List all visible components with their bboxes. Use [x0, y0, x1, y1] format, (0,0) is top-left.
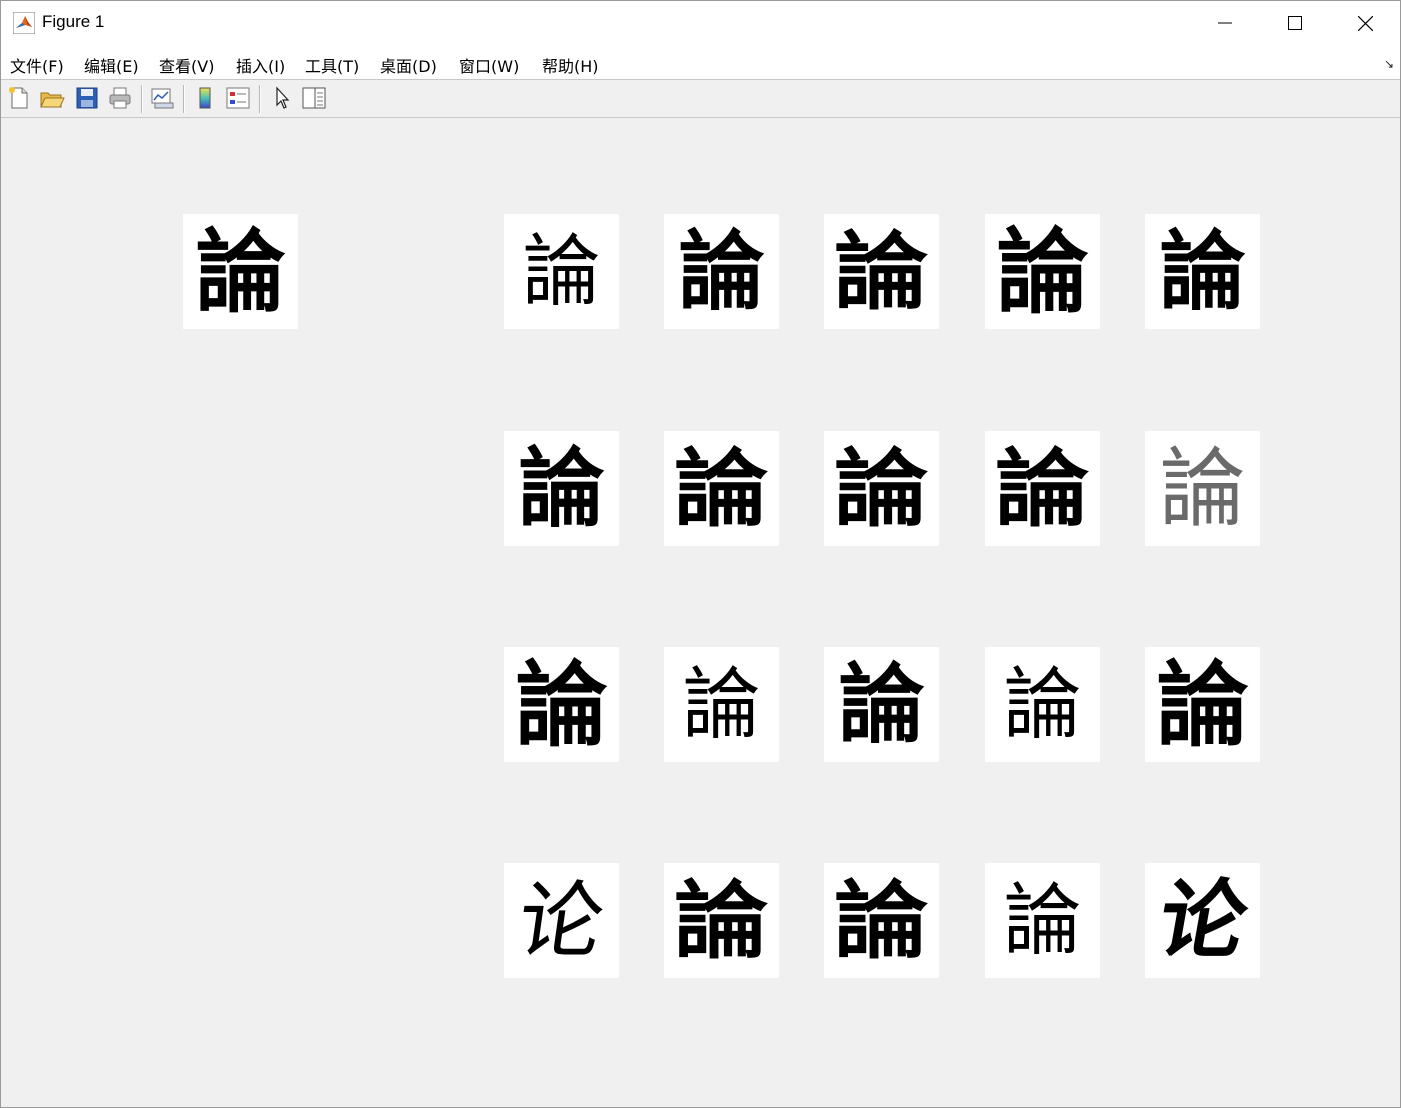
result-image: 論	[824, 863, 939, 978]
result-image: 论	[504, 863, 619, 978]
result-glyph: 論	[834, 439, 929, 538]
menu-view[interactable]: 查看(V)	[159, 53, 214, 77]
toolbar	[1, 80, 1400, 118]
result-glyph: 論	[518, 437, 605, 539]
result-glyph: 論	[678, 220, 765, 322]
print-icon[interactable]	[107, 85, 133, 111]
result-image: 論	[824, 431, 939, 546]
close-button[interactable]	[1330, 1, 1400, 45]
result-image: 論	[985, 214, 1100, 329]
result-glyph: 論	[834, 871, 929, 970]
result-image: 論	[664, 647, 779, 762]
result-image: 論	[824, 647, 939, 762]
result-image: 論	[985, 647, 1100, 762]
result-image: 論	[504, 647, 619, 762]
menu-tools[interactable]: 工具(T)	[305, 53, 359, 77]
menu-desktop[interactable]: 桌面(D)	[380, 53, 437, 77]
result-glyph: 論	[1159, 220, 1246, 322]
window-title: Figure 1	[42, 12, 105, 31]
toolbar-separator	[259, 85, 261, 113]
menu-insert[interactable]: 插入(I)	[236, 53, 285, 77]
result-glyph: 論	[996, 217, 1089, 326]
minimize-button[interactable]	[1190, 1, 1260, 45]
maximize-icon	[1288, 16, 1302, 30]
result-glyph: 論	[674, 871, 769, 970]
minimize-icon	[1218, 22, 1232, 24]
result-glyph: 論	[674, 439, 769, 538]
menu-bar: 文件(F) 编辑(E) 查看(V) 插入(I) 工具(T) 桌面(D) 窗口(W…	[1, 45, 1400, 80]
maximize-button[interactable]	[1260, 1, 1330, 45]
matlab-logo-icon	[13, 12, 35, 34]
new-figure-icon[interactable]	[6, 85, 32, 111]
menu-edit[interactable]: 编辑(E)	[84, 53, 139, 77]
result-image: 论	[1145, 863, 1260, 978]
result-image: 論	[985, 863, 1100, 978]
property-editor-icon[interactable]	[301, 85, 327, 111]
title-bar[interactable]: Figure 1	[1, 1, 1400, 45]
open-file-icon[interactable]	[39, 85, 65, 111]
result-image: 論	[1145, 431, 1260, 546]
result-glyph: 論	[1003, 659, 1082, 750]
result-image: 論	[664, 214, 779, 329]
result-image: 論	[1145, 214, 1260, 329]
result-image: 論	[824, 214, 939, 329]
result-glyph: 論	[838, 653, 925, 755]
colorbar-icon[interactable]	[192, 85, 218, 111]
link-plot-icon[interactable]	[149, 85, 175, 111]
result-glyph: 論	[995, 439, 1090, 538]
query-image: 論	[183, 214, 298, 329]
result-image: 論	[504, 214, 619, 329]
result-image: 論	[664, 431, 779, 546]
result-glyph: 論	[515, 650, 608, 759]
toolbar-separator	[141, 85, 143, 113]
close-icon	[1357, 15, 1373, 31]
edit-plot-icon[interactable]	[269, 85, 295, 111]
result-glyph: 論	[1003, 875, 1082, 966]
dock-arrow-icon[interactable]: ↘	[1384, 57, 1394, 71]
toolbar-separator	[183, 85, 185, 113]
result-glyph: 论	[1150, 869, 1255, 971]
result-image: 論	[985, 431, 1100, 546]
result-glyph: 論	[834, 222, 929, 321]
result-image: 論	[504, 431, 619, 546]
menu-window[interactable]: 窗口(W)	[459, 53, 519, 77]
result-image: 論	[1145, 647, 1260, 762]
result-image: 論	[664, 863, 779, 978]
query-glyph: 論	[195, 218, 286, 325]
result-glyph: 论	[512, 871, 611, 970]
figure-window: Figure 1 文件(F) 编辑(E) 查看(V) 插入(I) 工具(T) 桌…	[0, 0, 1401, 1108]
menu-help[interactable]: 帮助(H)	[542, 53, 599, 77]
result-glyph: 論	[522, 226, 601, 317]
legend-icon[interactable]	[225, 85, 251, 111]
result-glyph: 論	[1156, 650, 1249, 759]
result-glyph: 論	[682, 659, 761, 750]
save-icon[interactable]	[74, 85, 100, 111]
result-glyph: 論	[1159, 438, 1246, 539]
menu-file[interactable]: 文件(F)	[10, 53, 64, 77]
